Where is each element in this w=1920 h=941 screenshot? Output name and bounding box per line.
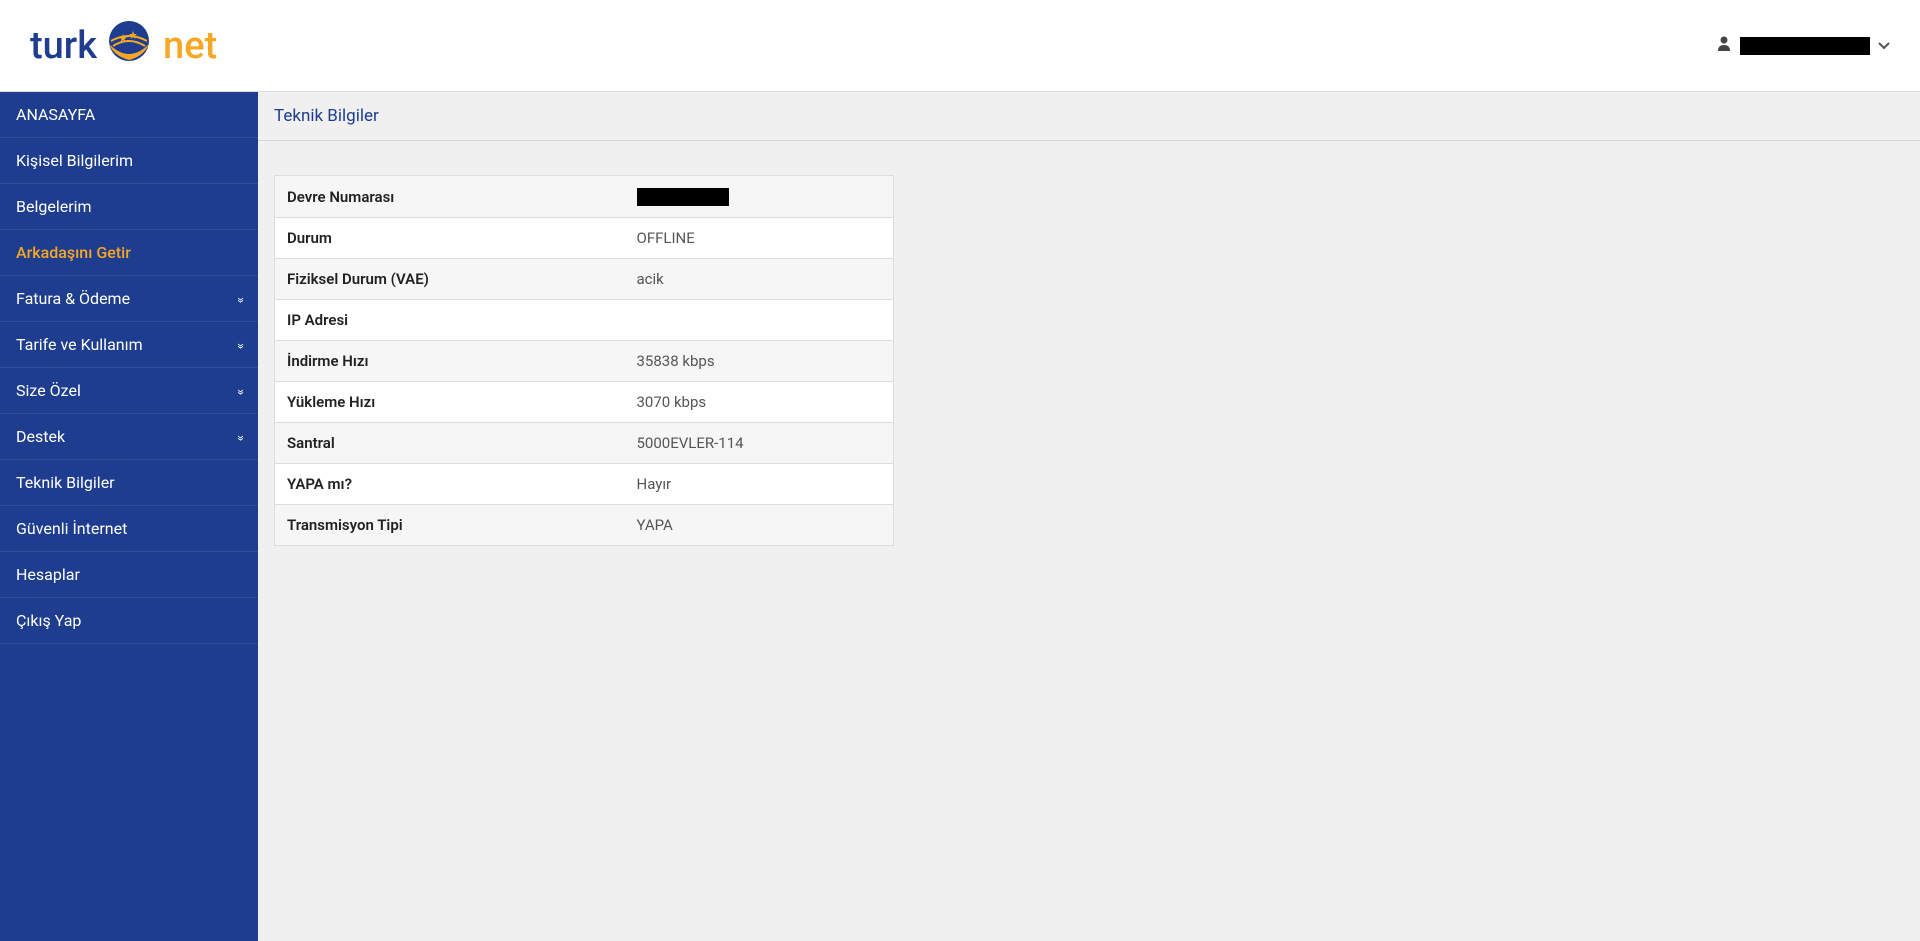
row-value: Hayır	[625, 464, 894, 505]
user-name-redacted	[1740, 37, 1870, 55]
row-value: 3070 kbps	[625, 382, 894, 423]
sidebar-item-label: Teknik Bilgiler	[16, 473, 115, 492]
header: turk net	[0, 0, 1920, 92]
logo-text-turk: turk	[30, 24, 97, 68]
logo-text-net: net	[163, 24, 217, 68]
logo[interactable]: turk net	[30, 16, 217, 76]
sidebar-item-anasayfa[interactable]: ANASAYFA	[0, 92, 258, 138]
main: Teknik Bilgiler Devre NumarasıDurumOFFLI…	[258, 92, 1920, 941]
sidebar-item-label: Belgelerim	[16, 197, 92, 216]
row-value	[625, 176, 894, 218]
table-row: Transmisyon TipiYAPA	[275, 505, 894, 546]
row-label: Yükleme Hızı	[275, 382, 625, 423]
sidebar-item-label: Çıkış Yap	[16, 611, 81, 630]
sidebar-item-label: Arkadaşını Getir	[16, 243, 131, 262]
table-row: Yükleme Hızı3070 kbps	[275, 382, 894, 423]
sidebar-item-label: Destek	[16, 427, 65, 446]
sidebar-item-belgelerim[interactable]: Belgelerim	[0, 184, 258, 230]
page-title: Teknik Bilgiler	[274, 106, 379, 126]
row-value: acik	[625, 259, 894, 300]
sidebar-item-teknik-bilgiler[interactable]: Teknik Bilgiler	[0, 460, 258, 506]
sidebar-item-hesaplar[interactable]: Hesaplar	[0, 552, 258, 598]
sidebar-item-label: Fatura & Ödeme	[16, 289, 130, 308]
sidebar-item-g-venli-i-nternet[interactable]: Güvenli İnternet	[0, 506, 258, 552]
content: Devre NumarasıDurumOFFLINEFiziksel Durum…	[258, 141, 1920, 562]
chevrons-down-icon: »	[233, 343, 248, 346]
row-label: İndirme Hızı	[275, 341, 625, 382]
sidebar-item-destek[interactable]: Destek »	[0, 414, 258, 460]
sidebar-item-label: Güvenli İnternet	[16, 519, 127, 538]
table-row: DurumOFFLINE	[275, 218, 894, 259]
sidebar-item-arkada-n-getir[interactable]: Arkadaşını Getir	[0, 230, 258, 276]
table-row: İndirme Hızı35838 kbps	[275, 341, 894, 382]
chevrons-down-icon: »	[233, 389, 248, 392]
sidebar-item--k-yap[interactable]: Çıkış Yap	[0, 598, 258, 644]
row-value: OFFLINE	[625, 218, 894, 259]
sidebar-item-label: Tarife ve Kullanım	[16, 335, 143, 354]
row-value: 5000EVLER-114	[625, 423, 894, 464]
user-icon	[1716, 35, 1732, 56]
row-label: Durum	[275, 218, 625, 259]
sidebar: ANASAYFA Kişisel Bilgilerim Belgelerim Arka…	[0, 92, 258, 941]
tech-info-table: Devre NumarasıDurumOFFLINEFiziksel Durum…	[274, 175, 894, 546]
sidebar-item-label: Size Özel	[16, 381, 81, 400]
table-row: IP Adresi	[275, 300, 894, 341]
row-label: Transmisyon Tipi	[275, 505, 625, 546]
chevrons-down-icon: »	[233, 435, 248, 438]
chevron-down-icon	[1878, 38, 1890, 54]
table-row: Fiziksel Durum (VAE)acik	[275, 259, 894, 300]
layout: ANASAYFA Kişisel Bilgilerim Belgelerim Arka…	[0, 92, 1920, 941]
row-label: Fiziksel Durum (VAE)	[275, 259, 625, 300]
user-menu[interactable]	[1716, 35, 1890, 56]
breadcrumb: Teknik Bilgiler	[258, 92, 1920, 141]
row-label: YAPA mı?	[275, 464, 625, 505]
row-value: 35838 kbps	[625, 341, 894, 382]
globe-icon	[99, 16, 159, 76]
sidebar-item-tarife-ve-kullan-m[interactable]: Tarife ve Kullanım »	[0, 322, 258, 368]
sidebar-item-size-zel[interactable]: Size Özel »	[0, 368, 258, 414]
chevrons-down-icon: »	[233, 297, 248, 300]
sidebar-item-label: Kişisel Bilgilerim	[16, 151, 133, 170]
row-label: Devre Numarası	[275, 176, 625, 218]
row-label: Santral	[275, 423, 625, 464]
sidebar-item-label: Hesaplar	[16, 565, 80, 584]
sidebar-item-label: ANASAYFA	[16, 105, 95, 124]
sidebar-item-fatura-deme[interactable]: Fatura & Ödeme »	[0, 276, 258, 322]
table-row: Santral5000EVLER-114	[275, 423, 894, 464]
table-row: YAPA mı?Hayır	[275, 464, 894, 505]
row-value	[625, 300, 894, 341]
row-value: YAPA	[625, 505, 894, 546]
table-row: Devre Numarası	[275, 176, 894, 218]
redacted-value	[637, 188, 729, 206]
sidebar-item-ki-isel-bilgilerim[interactable]: Kişisel Bilgilerim	[0, 138, 258, 184]
row-label: IP Adresi	[275, 300, 625, 341]
